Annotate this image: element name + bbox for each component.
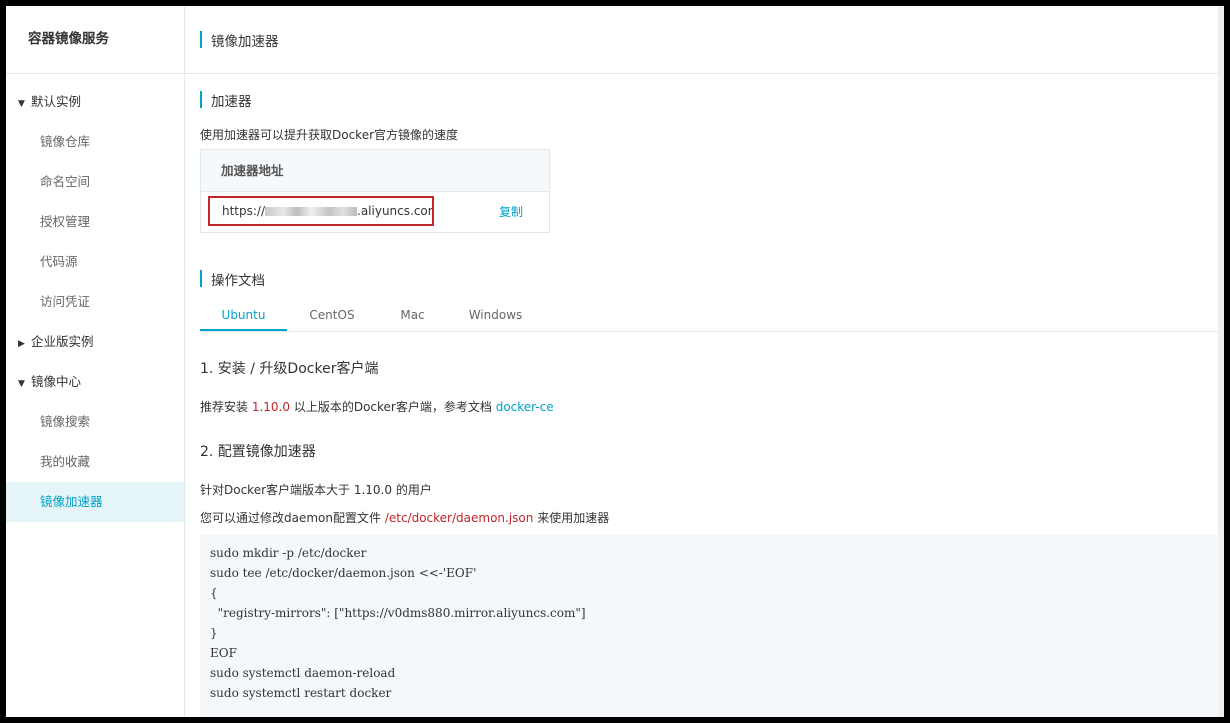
sidebar-group-default-instance[interactable]: ▼ 默认实例: [6, 82, 184, 122]
caret-down-icon: ▼: [18, 99, 25, 109]
step-2-line-1: 针对Docker客户端版本大于 1.10.0 的用户: [200, 483, 432, 497]
redacted-blur: [265, 207, 358, 216]
text: 推荐安装: [200, 400, 249, 414]
url-suffix: .aliyuncs.com: [357, 204, 434, 218]
code-line: EOF: [210, 646, 237, 660]
caret-down-icon: ▼: [18, 379, 25, 389]
main-content: 镜像加速器 加速器 使用加速器可以提升获取Docker官方镜像的速度 加速器地址…: [185, 6, 1224, 717]
code-block[interactable]: sudo mkdir -p /etc/docker sudo tee /etc/…: [200, 535, 1218, 717]
page-header: 镜像加速器: [185, 6, 1224, 74]
step-2-title: 2. 配置镜像加速器: [200, 444, 316, 460]
code-line: sudo mkdir -p /etc/docker: [210, 546, 367, 560]
step-2-line-2: 您可以通过修改daemon配置文件 /etc/docker/daemon.jso…: [200, 509, 609, 526]
sidebar-item-repositories[interactable]: 镜像仓库: [6, 122, 184, 162]
page-title: 镜像加速器: [211, 34, 279, 50]
docker-ce-link[interactable]: docker-ce: [496, 400, 554, 414]
sidebar-menu: ▼ 默认实例 镜像仓库 命名空间 授权管理 代码源 访问凭证 ▶ 企业版实例 ▼ 镜像…: [6, 74, 184, 522]
sidebar-item-code-source[interactable]: 代码源: [6, 242, 184, 282]
tab-ubuntu[interactable]: Ubuntu: [200, 304, 287, 331]
text: 以上版本的Docker客户端，参考文档: [293, 400, 492, 414]
section-accent-bar: [200, 270, 202, 287]
table-row: https:// .aliyuncs.com 复制: [201, 192, 549, 232]
code-content: sudo mkdir -p /etc/docker sudo tee /etc/…: [210, 543, 1218, 703]
sidebar-group-label: 镜像中心: [31, 374, 82, 389]
sidebar-item-namespaces[interactable]: 命名空间: [6, 162, 184, 202]
url-prefix: https://: [222, 204, 266, 218]
tab-mac[interactable]: Mac: [390, 304, 435, 331]
step-1-text: 推荐安装 1.10.0 以上版本的Docker客户端，参考文档 docker-c…: [200, 398, 554, 415]
code-line: }: [210, 626, 218, 640]
sidebar-item-authorization[interactable]: 授权管理: [6, 202, 184, 242]
section-title: 操作文档: [211, 273, 265, 289]
sidebar-group-enterprise-instance[interactable]: ▶ 企业版实例: [6, 322, 184, 362]
config-path: /etc/docker/daemon.json: [384, 511, 534, 525]
version-number: 1.10.0: [251, 400, 291, 414]
sidebar-group-label: 企业版实例: [31, 334, 94, 349]
sidebar-group-label: 默认实例: [31, 94, 82, 109]
tab-windows[interactable]: Windows: [463, 304, 528, 331]
title-accent-bar: [200, 31, 202, 48]
code-line: "registry-mirrors": ["https://v0dms880.m…: [210, 606, 586, 620]
code-line: sudo systemctl restart docker: [210, 686, 392, 700]
sidebar-item-favorites[interactable]: 我的收藏: [6, 442, 184, 482]
code-line: sudo systemctl daemon-reload: [210, 666, 396, 680]
accelerator-url[interactable]: https:// .aliyuncs.com: [208, 196, 434, 226]
table-header: 加速器地址: [201, 150, 549, 192]
text: 您可以通过修改daemon配置文件: [200, 511, 381, 525]
sidebar-item-image-search[interactable]: 镜像搜索: [6, 402, 184, 442]
code-line: sudo tee /etc/docker/daemon.json <<-'EOF…: [210, 566, 477, 580]
step-1-title: 1. 安装 / 升级Docker客户端: [200, 361, 379, 377]
os-tabs: Ubuntu CentOS Mac Windows: [200, 304, 1224, 332]
vertical-scrollbar[interactable]: [1218, 6, 1224, 717]
section-accent-bar: [200, 91, 202, 108]
sidebar-item-access-credentials[interactable]: 访问凭证: [6, 282, 184, 322]
sidebar-item-image-accelerator[interactable]: 镜像加速器: [6, 482, 184, 522]
section-title: 加速器: [211, 94, 252, 110]
caret-right-icon: ▶: [18, 339, 25, 349]
accelerator-description: 使用加速器可以提升获取Docker官方镜像的速度: [200, 128, 459, 142]
accelerator-address-table: 加速器地址 https:// .aliyuncs.com 复制: [200, 149, 550, 233]
sidebar: 容器镜像服务 ▼ 默认实例 镜像仓库 命名空间 授权管理 代码源 访问凭证 ▶ 企业…: [6, 6, 185, 717]
app-window: 容器镜像服务 ▼ 默认实例 镜像仓库 命名空间 授权管理 代码源 访问凭证 ▶ 企业…: [6, 6, 1224, 717]
sidebar-title: 容器镜像服务: [6, 6, 184, 74]
text: 来使用加速器: [537, 511, 610, 525]
copy-button[interactable]: 复制: [499, 203, 523, 220]
tab-centos[interactable]: CentOS: [302, 304, 362, 331]
sidebar-group-image-center[interactable]: ▼ 镜像中心: [6, 362, 184, 402]
code-line: {: [210, 586, 218, 600]
